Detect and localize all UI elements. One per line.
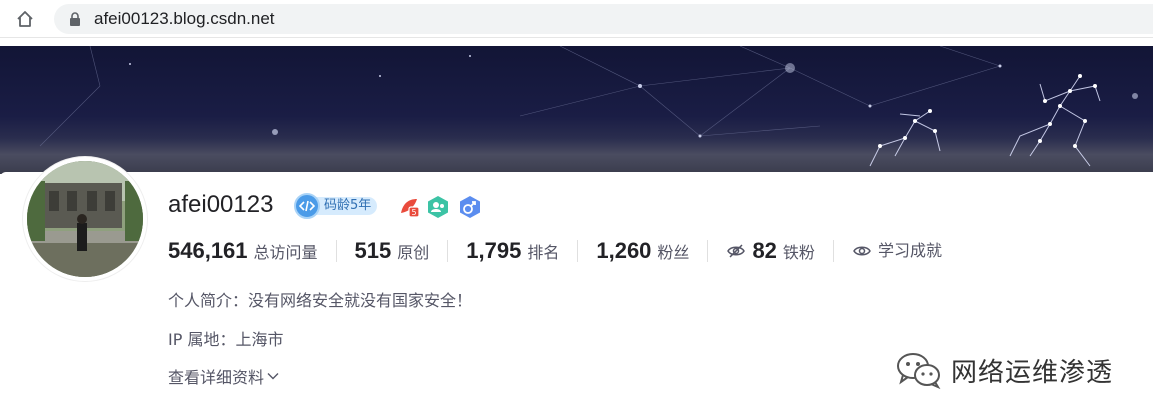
code-icon (294, 193, 320, 219)
svg-text:5: 5 (411, 208, 416, 217)
stat-iron-fans[interactable]: 82 铁粉 (726, 240, 834, 262)
view-details-link[interactable]: 查看详细资料 (168, 364, 280, 388)
view-details-label: 查看详细资料 (168, 368, 265, 387)
home-icon[interactable] (14, 8, 36, 30)
stat-fans[interactable]: 1,260 粉丝 (596, 240, 709, 262)
browser-toolbar: afei00123.blog.csdn.net (0, 0, 1153, 38)
profile-stats: 546,161 总访问量 515 原创 1,795 排名 1,260 粉丝 82… (168, 236, 978, 266)
address-bar[interactable]: afei00123.blog.csdn.net (54, 4, 1153, 34)
wechat-icon (897, 353, 941, 390)
code-age-label: 码龄5年 (314, 197, 378, 215)
wechat-watermark: 网络运维渗透 (895, 350, 1113, 390)
profile-banner (0, 46, 1153, 174)
chevron-down-icon (267, 373, 279, 380)
tech-badge-icon[interactable] (457, 194, 483, 220)
stat-rank[interactable]: 1,795 排名 (466, 240, 579, 262)
avatar[interactable] (23, 157, 147, 281)
hidden-eye-icon (727, 244, 746, 258)
ip-location: IP 属地：上海市 (168, 330, 284, 349)
code-age-badge[interactable]: 码龄5年 (294, 193, 378, 219)
stat-original[interactable]: 515 原创 (355, 240, 449, 262)
watermark-text: 网络运维渗透 (951, 357, 1114, 388)
stat-total-visits[interactable]: 546,161 总访问量 (168, 240, 337, 262)
username: afei00123 (168, 191, 274, 218)
blog-expert-icon[interactable]: 5 (396, 194, 422, 220)
lock-icon (68, 12, 82, 26)
url-text: afei00123.blog.csdn.net (94, 9, 275, 28)
stat-achievements[interactable]: 学习成就 (852, 240, 960, 262)
community-icon[interactable] (425, 194, 451, 220)
eye-icon (853, 246, 871, 256)
profile-bio: 个人简介：没有网络安全就没有国家安全！ (168, 291, 473, 310)
